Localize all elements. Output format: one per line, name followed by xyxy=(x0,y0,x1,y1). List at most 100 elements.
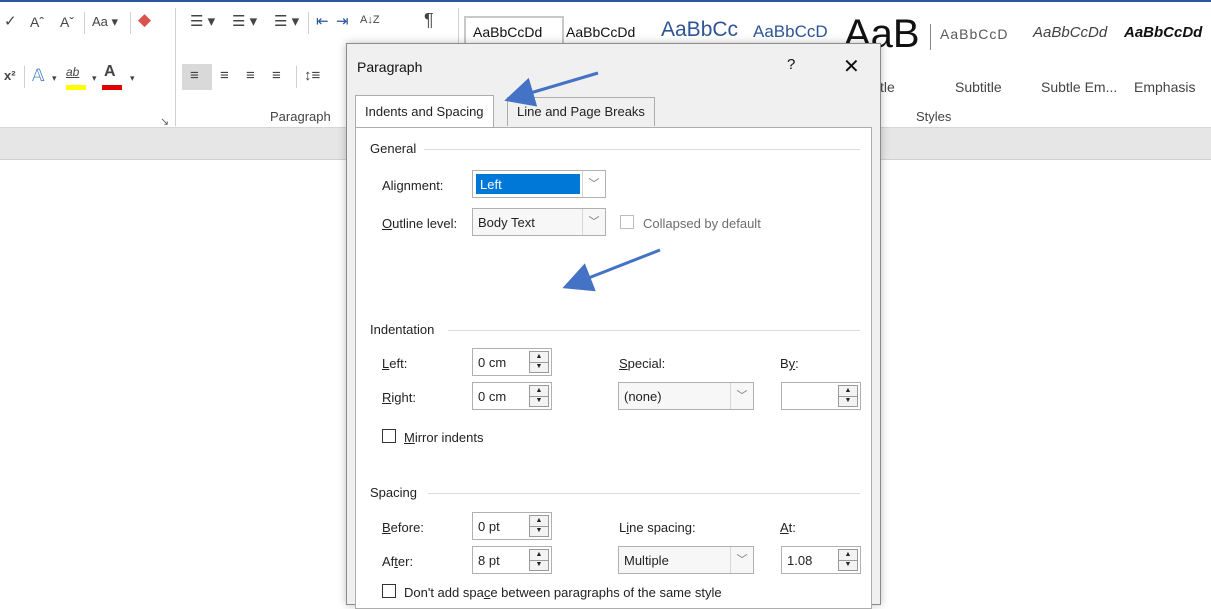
highlight-color-button[interactable]: ab xyxy=(66,62,79,82)
style-preview-subtitle[interactable]: AaBbCcD xyxy=(940,26,1008,42)
justify-icon[interactable]: ≡ xyxy=(272,66,281,86)
ribbon-separator xyxy=(24,66,25,88)
spinner-buttons[interactable]: ▲ ▼ xyxy=(529,385,549,407)
spinner-buttons[interactable]: ▲ ▼ xyxy=(529,549,549,571)
collapsed-by-default-checkbox[interactable] xyxy=(620,215,634,229)
spinner-buttons[interactable]: ▲ ▼ xyxy=(529,515,549,537)
indent-right-value: 0 cm xyxy=(478,389,507,404)
line-spacing-select[interactable]: Multiple ﹀ xyxy=(618,546,754,574)
indent-left-spinner[interactable]: 0 cm ▲ ▼ xyxy=(472,348,552,376)
paragraph-dialog: Paragraph ? ✕ Indents and Spacing Line a… xyxy=(346,43,881,609)
style-preview-no-spacing[interactable]: AaBbCcDd xyxy=(566,24,635,40)
alignment-label: Alignment: xyxy=(382,178,444,193)
spin-down-icon[interactable]: ▼ xyxy=(530,396,548,406)
by-spinner[interactable]: ▲ ▼ xyxy=(781,382,861,410)
font-size-dropdown-chevron-icon[interactable]: ✓ xyxy=(4,12,17,32)
section-divider xyxy=(448,330,860,331)
style-name-subtle-emphasis: Subtle Em... xyxy=(1041,79,1118,95)
at-value: 1.08 xyxy=(787,553,813,568)
outline-level-value: Body Text xyxy=(478,215,535,230)
change-case-button[interactable]: Aa ▾ xyxy=(92,12,118,32)
spacing-before-value: 0 pt xyxy=(478,519,500,534)
style-preview-normal[interactable]: AaBbCcDd xyxy=(473,24,542,40)
gallery-separator xyxy=(930,24,931,50)
spin-down-icon[interactable]: ▼ xyxy=(839,396,857,406)
font-color-swatch xyxy=(102,85,122,90)
before-label: Before: xyxy=(382,520,424,535)
spin-down-icon[interactable]: ▼ xyxy=(530,362,548,372)
highlight-color-swatch xyxy=(66,85,86,90)
style-preview-subtle-emphasis[interactable]: AaBbCcDd xyxy=(1033,24,1107,41)
by-label: By: xyxy=(780,356,799,371)
alignment-select[interactable]: Left ﹀ xyxy=(472,170,606,198)
spin-down-icon[interactable]: ▼ xyxy=(530,526,548,536)
chevron-down-icon: ﹀ xyxy=(730,383,753,409)
tab-panel: General Alignment: Left ﹀ Outline level:… xyxy=(355,127,872,609)
group-separator xyxy=(175,8,176,126)
dont-add-space-label: Don't add space between paragraphs of th… xyxy=(404,585,722,600)
line-spacing-icon[interactable]: ↕≡ xyxy=(304,66,320,86)
tab-label: Indents and Spacing xyxy=(365,104,484,119)
increase-indent-icon[interactable]: ⇥ xyxy=(336,12,349,32)
line-spacing-value: Multiple xyxy=(624,553,669,568)
ribbon-separator xyxy=(296,66,297,88)
indent-left-label: Left: xyxy=(382,356,408,371)
style-name-subtitle: Subtitle xyxy=(955,79,1002,95)
font-color-dropdown-icon[interactable]: ▾ xyxy=(130,68,135,88)
ribbon-separator xyxy=(130,12,131,34)
section-divider xyxy=(428,493,860,494)
tab-label: Line and Page Breaks xyxy=(517,104,645,119)
highlight-dropdown-icon[interactable]: ▾ xyxy=(92,68,97,88)
indent-right-label: Right: xyxy=(382,390,416,405)
show-formatting-marks-icon[interactable]: ¶ xyxy=(424,10,434,30)
multilevel-list-icon[interactable]: ☰ ▾ xyxy=(274,12,299,32)
general-heading: General xyxy=(370,141,417,156)
font-color-button[interactable]: A xyxy=(104,62,116,82)
spacing-before-spinner[interactable]: 0 pt ▲ ▼ xyxy=(472,512,552,540)
align-center-icon[interactable]: ≡ xyxy=(220,66,229,86)
sort-icon[interactable]: A↓Z xyxy=(360,10,380,30)
decrease-indent-icon[interactable]: ⇤ xyxy=(316,12,329,32)
help-button[interactable]: ? xyxy=(787,56,795,73)
align-right-icon[interactable]: ≡ xyxy=(246,66,255,86)
bullets-icon[interactable]: ☰ ▾ xyxy=(190,12,215,32)
text-effects-icon[interactable]: 𝔸 xyxy=(32,66,45,86)
special-label: Special: xyxy=(619,356,666,371)
shrink-font-icon[interactable]: Aˇ xyxy=(60,12,74,32)
tab-line-and-page-breaks[interactable]: Line and Page Breaks xyxy=(507,97,655,126)
style-name-title: tle xyxy=(880,79,895,95)
clear-formatting-icon[interactable]: ◆ xyxy=(138,10,151,30)
dont-add-space-checkbox[interactable] xyxy=(382,584,396,598)
spinner-buttons[interactable]: ▲ ▼ xyxy=(838,385,858,407)
text-effects-dropdown-icon[interactable]: ▾ xyxy=(52,68,57,88)
numbering-icon[interactable]: ☰ ▾ xyxy=(232,12,257,32)
superscript-button[interactable]: x² xyxy=(4,66,16,86)
spinner-buttons[interactable]: ▲ ▼ xyxy=(529,351,549,373)
style-preview-emphasis[interactable]: AaBbCcDd xyxy=(1124,24,1202,41)
indent-left-value: 0 cm xyxy=(478,355,507,370)
style-preview-heading-1[interactable]: AaBbCc xyxy=(661,18,738,42)
dialog-title: Paragraph xyxy=(357,59,423,75)
spin-down-icon[interactable]: ▼ xyxy=(530,560,548,570)
mirror-indents-checkbox[interactable] xyxy=(382,429,396,443)
special-select[interactable]: (none) ﹀ xyxy=(618,382,754,410)
spin-down-icon[interactable]: ▼ xyxy=(839,560,857,570)
close-icon[interactable]: ✕ xyxy=(843,54,860,79)
style-preview-heading-2[interactable]: AaBbCcD xyxy=(753,22,828,42)
paragraph-group-label: Paragraph xyxy=(270,109,331,124)
spinner-buttons[interactable]: ▲ ▼ xyxy=(838,549,858,571)
indentation-heading: Indentation xyxy=(370,322,435,337)
align-left-icon[interactable]: ≡ xyxy=(190,66,199,86)
spacing-after-spinner[interactable]: 8 pt ▲ ▼ xyxy=(472,546,552,574)
mirror-indents-label: Mirror indents xyxy=(404,430,484,445)
spacing-heading: Spacing xyxy=(370,485,417,500)
outline-level-select[interactable]: Body Text ﹀ xyxy=(472,208,606,236)
grow-font-icon[interactable]: Aˆ xyxy=(30,12,44,32)
indent-right-spinner[interactable]: 0 cm ▲ ▼ xyxy=(472,382,552,410)
styles-group-label: Styles xyxy=(916,109,952,124)
at-spinner[interactable]: 1.08 ▲ ▼ xyxy=(781,546,861,574)
chevron-down-icon: ﹀ xyxy=(730,547,753,573)
ribbon-separator xyxy=(308,12,309,34)
style-name-emphasis: Emphasis xyxy=(1134,79,1196,95)
tab-indents-and-spacing[interactable]: Indents and Spacing xyxy=(355,95,494,128)
